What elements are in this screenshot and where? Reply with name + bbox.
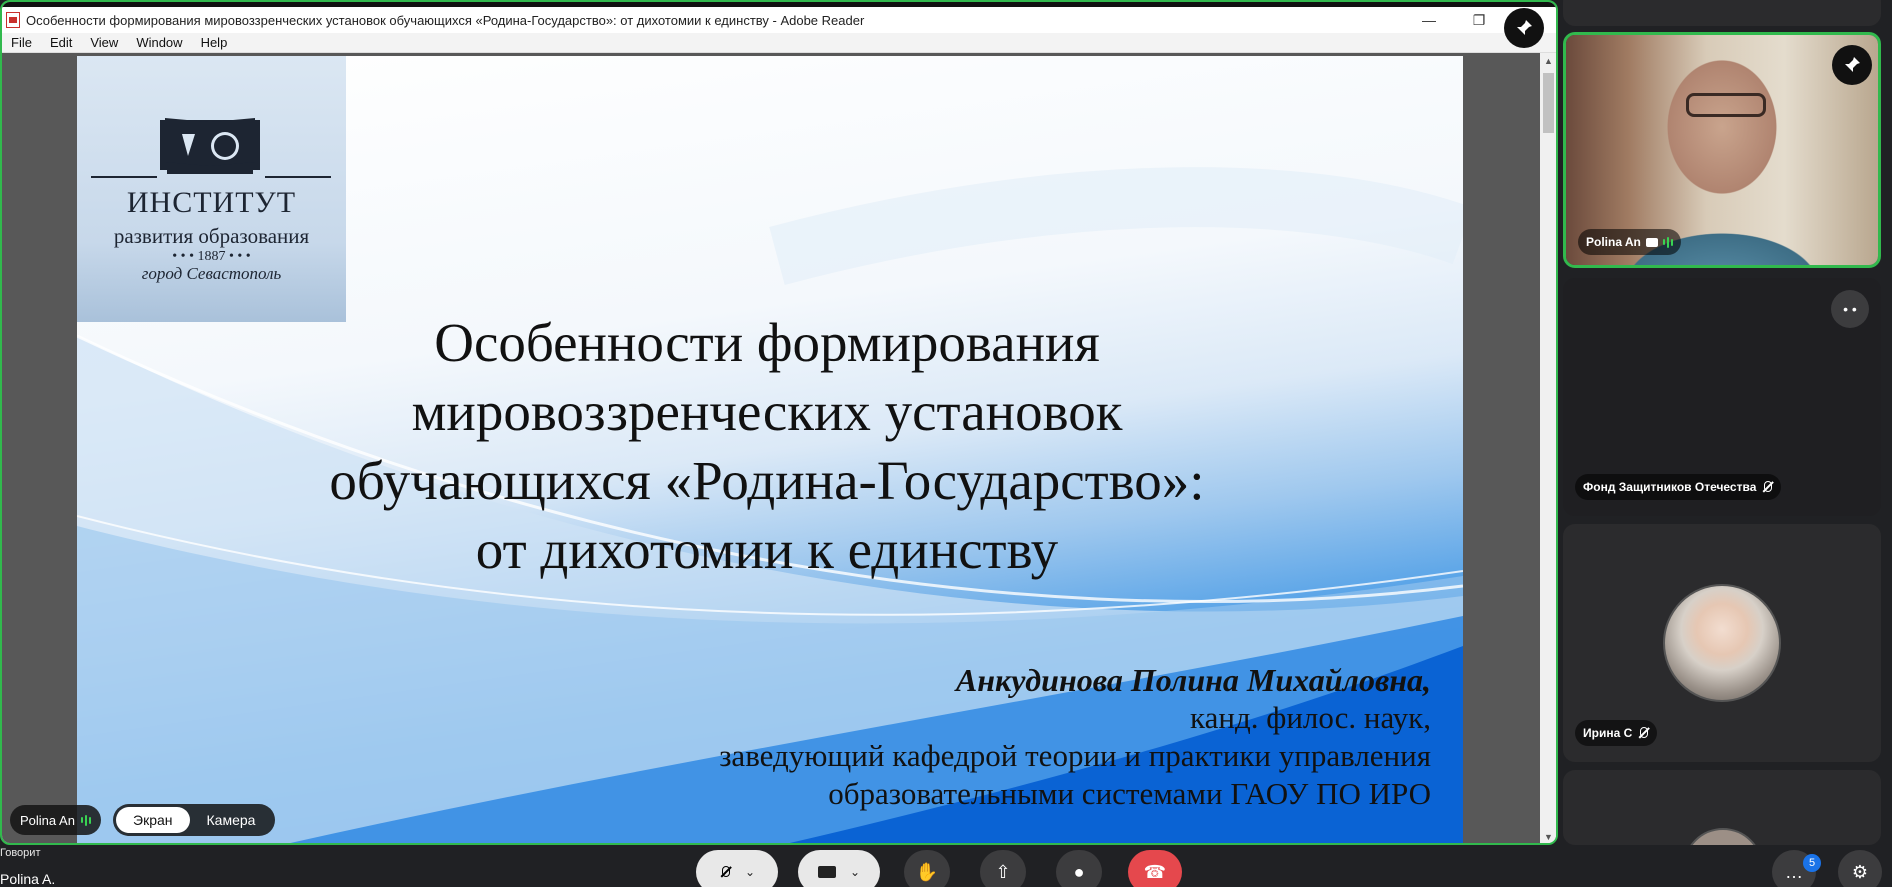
mic-off-icon (719, 866, 731, 878)
author-degree: канд. филос. наук, (1190, 700, 1431, 735)
hand-icon: ✋ (915, 861, 939, 882)
pin-icon[interactable] (1504, 8, 1544, 48)
share-screen-button[interactable]: ⇧ (980, 850, 1026, 887)
scroll-down-icon[interactable]: ▼ (1540, 829, 1556, 843)
participant-tile-fond[interactable]: • • Фонд Защитников Отечества (1563, 278, 1881, 516)
phone-hangup-icon: ☎ (1143, 861, 1167, 882)
pin-icon[interactable] (1832, 45, 1872, 85)
minimize-button[interactable]: — (1406, 7, 1452, 33)
chat-icon: … (1785, 861, 1803, 882)
participant-label: Polina An (1578, 229, 1681, 255)
screen-share-icon (1645, 237, 1658, 247)
menu-file[interactable]: File (2, 35, 41, 50)
camera-off-icon (817, 866, 836, 878)
participant-tile-irina[interactable]: Ирина С (1563, 524, 1881, 762)
logo-line-2: развития образования (113, 224, 310, 248)
audio-level-icon (80, 814, 91, 826)
speaking-label: Говорит (0, 847, 41, 859)
author-position: заведующий кафедрой теории и практики уп… (719, 738, 1431, 773)
participant-tile-polina[interactable]: Polina An (1563, 32, 1881, 268)
slide-title: Особенности формирования мировоззренческ… (267, 308, 1267, 584)
toggle-screen[interactable]: Экран (116, 807, 190, 833)
author-block: Анкудинова Полина Михайловна, канд. фило… (719, 661, 1431, 813)
leave-call-button[interactable]: ☎ (1128, 850, 1182, 887)
logo-line-1: ИНСТИТУТ (126, 186, 297, 219)
scroll-thumb[interactable] (1543, 73, 1554, 133)
view-toggle: Экран Камера (113, 804, 276, 836)
slide-title-line: мировоззренческих установок (411, 381, 1123, 442)
speaking-name: Polina A. (0, 871, 56, 887)
participant-name: Фонд Защитников Отечества (1583, 480, 1757, 494)
mic-off-icon (1637, 727, 1649, 739)
logo-line-4: город Севастополь (141, 264, 282, 283)
slide-title-line: от дихотомии к единству (475, 519, 1059, 580)
window-titlebar: Особенности формирования мировоззренческ… (2, 7, 1556, 33)
institute-logo: ИНСТИТУТ развития образования • • • 1887… (77, 56, 346, 322)
menu-view[interactable]: View (81, 35, 127, 50)
logo-rule-left (91, 176, 157, 178)
menu-window[interactable]: Window (127, 35, 191, 50)
chat-badge: 5 (1803, 854, 1821, 872)
chevron-down-icon[interactable]: ⌄ (850, 865, 860, 879)
logo-rule-right (265, 176, 331, 178)
upload-icon: ⇧ (995, 861, 1011, 882)
shared-screen: Особенности формирования мировоззренческ… (0, 0, 1558, 845)
slide-title-line: обучающихся «Родина-Государство»: (329, 450, 1205, 511)
menu-edit[interactable]: Edit (41, 35, 81, 50)
gear-icon: ⚙ (1851, 861, 1869, 882)
author-name: Анкудинова Полина Михайловна, (955, 662, 1431, 698)
menu-bar: File Edit View Window Help (2, 33, 1556, 53)
raise-hand-button[interactable]: ✋ (904, 850, 950, 887)
video-detail (1686, 93, 1766, 117)
restore-button[interactable]: ❐ (1456, 7, 1502, 33)
chevron-down-icon[interactable]: ⌄ (745, 865, 755, 879)
more-options-icon[interactable]: • • (1831, 290, 1869, 328)
avatar (1683, 828, 1763, 845)
record-button[interactable]: ● (1056, 850, 1102, 887)
slide-title-line: Особенности формирования (434, 312, 1100, 373)
vertical-scrollbar[interactable]: ▲ ▼ (1540, 53, 1556, 843)
participant-name: Polina An (1586, 235, 1641, 249)
logo-title: ИНСТИТУТ (77, 186, 346, 220)
toggle-camera[interactable]: Камера (190, 807, 273, 833)
logo-line-3: • • • 1887 • • • (172, 249, 251, 264)
presentation-slide: ИНСТИТУТ развития образования • • • 1887… (77, 56, 1463, 843)
share-speaker-name: Polina An (20, 812, 75, 828)
record-icon: ● (1073, 861, 1085, 882)
scroll-up-icon[interactable]: ▲ (1540, 53, 1556, 69)
participant-label: Ирина С (1575, 720, 1658, 746)
author-organization: образовательными системами ГАОУ ПО ИРО (828, 776, 1431, 811)
participant-tile-partial[interactable] (1563, 770, 1881, 845)
menu-help[interactable]: Help (192, 35, 237, 50)
book-globe-icon (160, 118, 260, 174)
participant-name: Ирина С (1583, 726, 1633, 740)
settings-button[interactable]: ⚙ (1838, 850, 1882, 887)
participant-tile-partial[interactable] (1563, 0, 1881, 26)
mic-toggle-button[interactable]: ⌄ (696, 850, 778, 887)
mic-off-icon (1761, 481, 1773, 493)
camera-toggle-button[interactable]: ⌄ (798, 850, 880, 887)
participant-label: Фонд Защитников Отечества (1575, 474, 1782, 500)
share-speaker-label: Polina An (10, 805, 101, 835)
adobe-reader-icon (6, 12, 20, 28)
conference-app: Особенности формирования мировоззренческ… (0, 0, 1892, 887)
audio-level-icon (1662, 236, 1673, 248)
avatar (1663, 584, 1781, 702)
window-title: Особенности формирования мировоззренческ… (26, 12, 865, 28)
